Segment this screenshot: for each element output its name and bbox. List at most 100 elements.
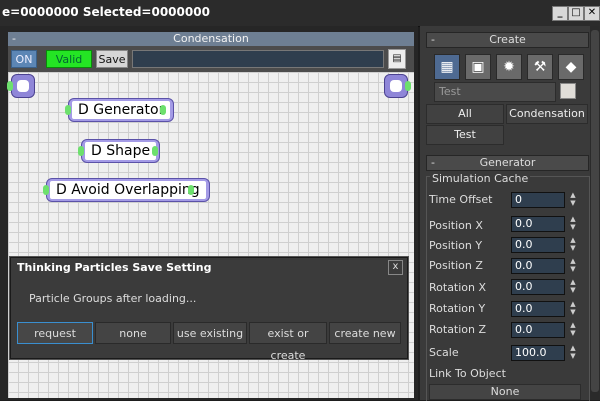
node-label: D Shape	[85, 142, 157, 160]
maximize-button[interactable]: □	[568, 6, 584, 21]
group-label: Simulation Cache	[430, 172, 531, 185]
collapse-icon[interactable]: -	[12, 32, 16, 46]
window-title: e=0000000 Selected=0000000	[2, 5, 210, 19]
none-button[interactable]: none	[95, 322, 171, 344]
input-port-node[interactable]	[11, 74, 35, 98]
node-connector[interactable]	[152, 146, 158, 156]
color-swatch[interactable]	[560, 83, 576, 99]
document-icon[interactable]: ▤	[388, 49, 406, 69]
collapse-icon[interactable]: -	[431, 33, 435, 47]
spinner-up-icon[interactable]: ▲	[569, 322, 577, 329]
rotation-y-spinner[interactable]: 0.0 ▲ ▼	[511, 301, 579, 317]
save-button[interactable]: Save	[96, 50, 128, 68]
spinner-up-icon[interactable]: ▲	[569, 192, 577, 199]
node-connector[interactable]	[43, 185, 49, 195]
dialog-close-button[interactable]: x	[388, 260, 403, 275]
spinner-up-icon[interactable]: ▲	[569, 216, 577, 223]
minimize-button[interactable]: _	[552, 6, 568, 21]
graph-header[interactable]: - Condensation	[8, 32, 414, 46]
grid-add-icon[interactable]: ▦	[434, 54, 460, 80]
on-toggle-button[interactable]: ON	[11, 50, 37, 68]
param-label: Rotation Z	[429, 323, 487, 336]
port-dot	[17, 80, 29, 92]
param-label: Rotation X	[429, 281, 487, 294]
node-connector[interactable]	[160, 105, 166, 115]
tab-test[interactable]: Test	[426, 125, 504, 145]
tab-all[interactable]: All	[426, 104, 504, 124]
cube-icon[interactable]: ◆	[558, 54, 584, 80]
time-offset-spinner[interactable]: 0 ▲ ▼	[511, 192, 579, 208]
spinner-value[interactable]: 0.0	[511, 258, 565, 274]
position-z-spinner[interactable]: 0.0 ▲ ▼	[511, 258, 579, 274]
rotation-z-spinner[interactable]: 0.0 ▲ ▼	[511, 322, 579, 338]
spinner-value[interactable]: 0.0	[511, 237, 565, 253]
graph-toolbar: ON Valid Save ▤	[8, 46, 414, 72]
port-connector[interactable]	[7, 81, 13, 91]
name-field[interactable]: Test	[434, 82, 556, 102]
create-new-button[interactable]: create new	[329, 322, 401, 344]
graph-name-field[interactable]	[132, 50, 384, 68]
param-label: Scale	[429, 346, 459, 359]
spinner-up-icon[interactable]: ▲	[569, 279, 577, 286]
spinner-down-icon[interactable]: ▼	[569, 353, 577, 360]
use-existing-button[interactable]: use existing	[173, 322, 247, 344]
save-setting-dialog: Thinking Particles Save Setting x Partic…	[10, 257, 408, 362]
rotation-x-spinner[interactable]: 0.0 ▲ ▼	[511, 279, 579, 295]
param-label: Position X	[429, 219, 483, 232]
spinner-value[interactable]: 100.0	[511, 345, 565, 361]
spinner-down-icon[interactable]: ▼	[569, 330, 577, 337]
position-x-spinner[interactable]: 0.0 ▲ ▼	[511, 216, 579, 232]
spinner-down-icon[interactable]: ▼	[569, 200, 577, 207]
rollout-title: Create	[489, 33, 526, 46]
panel-scrollbar[interactable]	[590, 26, 600, 400]
position-y-spinner[interactable]: 0.0 ▲ ▼	[511, 237, 579, 253]
dialog-title: Thinking Particles Save Setting	[17, 261, 212, 274]
spinner-down-icon[interactable]: ▼	[569, 266, 577, 273]
spinner-value[interactable]: 0.0	[511, 279, 565, 295]
spinner-up-icon[interactable]: ▲	[569, 237, 577, 244]
scrollbar-thumb[interactable]	[591, 30, 599, 392]
spinner-up-icon[interactable]: ▲	[569, 345, 577, 352]
tools-icon[interactable]: ▣	[465, 54, 491, 80]
collapse-icon[interactable]: -	[431, 156, 435, 170]
node-connector[interactable]	[78, 146, 84, 156]
param-label: Position Y	[429, 239, 483, 252]
command-panel: - Create ▦ ▣ ✹ ⚒ ◆ Test All Condensation…	[420, 26, 600, 401]
node-d-shape[interactable]: D Shape	[81, 139, 161, 163]
generator-rollout-header[interactable]: - Generator	[426, 155, 589, 171]
spinner-down-icon[interactable]: ▼	[569, 224, 577, 231]
graph-title: Condensation	[173, 32, 249, 45]
param-label: Rotation Y	[429, 302, 486, 315]
wrench-icon[interactable]: ⚒	[527, 54, 553, 80]
spinner-value[interactable]: 0	[511, 192, 565, 208]
spinner-down-icon[interactable]: ▼	[569, 309, 577, 316]
spinner-up-icon[interactable]: ▲	[569, 258, 577, 265]
scale-spinner[interactable]: 100.0 ▲ ▼	[511, 345, 579, 361]
valid-button[interactable]: Valid	[46, 50, 92, 68]
node-d-generator[interactable]: D Generator	[68, 98, 175, 122]
tab-condensation[interactable]: Condensation	[506, 104, 588, 124]
spinner-up-icon[interactable]: ▲	[569, 301, 577, 308]
spinner-value[interactable]: 0.0	[511, 322, 565, 338]
node-label: D Avoid Overlapping	[50, 181, 206, 199]
param-label: Position Z	[429, 259, 483, 272]
window-titlebar: e=0000000 Selected=0000000 _ □ ✕	[0, 0, 600, 27]
spinner-down-icon[interactable]: ▼	[569, 245, 577, 252]
port-connector[interactable]	[405, 81, 411, 91]
spinner-value[interactable]: 0.0	[511, 216, 565, 232]
spinner-down-icon[interactable]: ▼	[569, 287, 577, 294]
create-rollout-header[interactable]: - Create	[426, 32, 589, 48]
dialog-message: Particle Groups after loading...	[29, 292, 197, 305]
gear-icon[interactable]: ✹	[496, 54, 522, 80]
node-label: D Generator	[72, 101, 171, 119]
link-to-object-label: Link To Object	[429, 367, 506, 380]
rollout-title: Generator	[479, 156, 536, 169]
link-object-pick-button[interactable]: None	[429, 384, 581, 400]
close-window-button[interactable]: ✕	[584, 6, 600, 21]
node-d-avoid-overlapping[interactable]: D Avoid Overlapping	[46, 178, 210, 202]
exist-or-create-button[interactable]: exist or create	[249, 322, 327, 362]
node-connector[interactable]	[188, 185, 194, 195]
spinner-value[interactable]: 0.0	[511, 301, 565, 317]
request-button[interactable]: request	[17, 322, 93, 344]
node-connector[interactable]	[65, 105, 71, 115]
